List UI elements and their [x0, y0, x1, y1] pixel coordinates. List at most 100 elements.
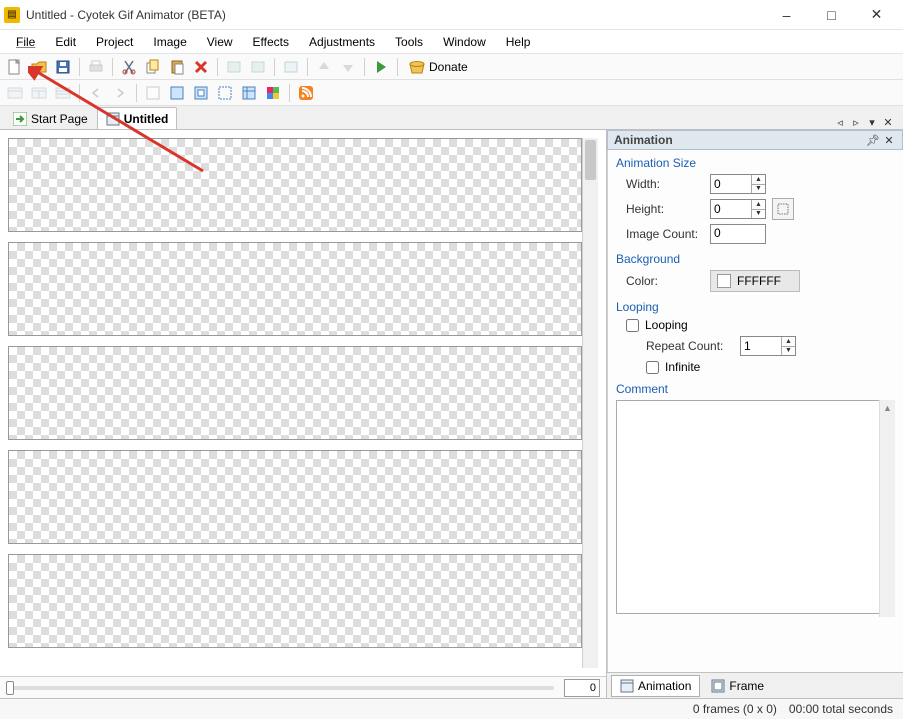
- toolbar-main: Donate: [0, 54, 903, 80]
- move-down-button[interactable]: [337, 56, 359, 78]
- looping-label: Looping: [645, 318, 688, 332]
- panel-tabstrip: Animation Frame: [607, 672, 903, 698]
- tab-start-page[interactable]: Start Page: [4, 107, 97, 129]
- color-hex: FFFFFF: [737, 274, 781, 288]
- toolbar-view: [0, 80, 903, 106]
- panel-tab-label: Animation: [638, 679, 691, 693]
- menu-help[interactable]: Help: [496, 33, 541, 51]
- cut-button[interactable]: [118, 56, 140, 78]
- animation-icon: [620, 679, 634, 693]
- open-button[interactable]: [28, 56, 50, 78]
- new-button[interactable]: [4, 56, 26, 78]
- color-picker-button[interactable]: FFFFFF: [710, 270, 800, 292]
- frame-item[interactable]: [8, 450, 582, 544]
- donate-icon: [409, 60, 425, 74]
- comment-textarea[interactable]: [616, 400, 895, 614]
- tab-next-button[interactable]: ▹: [849, 115, 863, 129]
- repeat-count-input[interactable]: ▲▼: [740, 336, 796, 356]
- statusbar: 0 frames (0 x 0) 00:00 total seconds: [0, 698, 903, 719]
- width-input[interactable]: ▲▼: [710, 174, 766, 194]
- frame-icon: [711, 679, 725, 693]
- color-swatch: [717, 274, 731, 288]
- group-title: Looping: [616, 300, 895, 314]
- tab-prev-button[interactable]: ◃: [833, 115, 847, 129]
- play-button[interactable]: [370, 56, 392, 78]
- menu-view[interactable]: View: [197, 33, 243, 51]
- panel-tab-label: Frame: [729, 679, 764, 693]
- editor-bottombar: [0, 676, 606, 698]
- frame-item[interactable]: [8, 242, 582, 336]
- colors-button[interactable]: [262, 82, 284, 104]
- menu-adjustments[interactable]: Adjustments: [299, 33, 385, 51]
- copy-button[interactable]: [142, 56, 164, 78]
- menu-tools[interactable]: Tools: [385, 33, 433, 51]
- close-button[interactable]: ✕: [854, 0, 899, 30]
- tab-close-button[interactable]: ✕: [881, 115, 895, 129]
- color-label: Color:: [626, 274, 704, 288]
- zoom-input[interactable]: [564, 679, 600, 697]
- main-area: Animation 📌︎ ✕ Animation Size Width: ▲▼ …: [0, 130, 903, 698]
- menu-effects[interactable]: Effects: [243, 33, 299, 51]
- infinite-checkbox[interactable]: [646, 361, 659, 374]
- move-up-button[interactable]: [313, 56, 335, 78]
- group-title: Background: [616, 252, 895, 266]
- properties-panel: Animation 📌︎ ✕ Animation Size Width: ▲▼ …: [607, 130, 903, 698]
- panel-header: Animation 📌︎ ✕: [607, 130, 903, 150]
- layout2-button[interactable]: [28, 82, 50, 104]
- group-looping: Looping Looping Repeat Count: ▲▼ Infinit…: [616, 300, 895, 374]
- marquee-button[interactable]: [214, 82, 236, 104]
- tab-dropdown-button[interactable]: ▾: [865, 115, 879, 129]
- app-icon: ▤: [4, 7, 20, 23]
- window-title: Untitled - Cyotek Gif Animator (BETA): [26, 8, 764, 22]
- redo-button[interactable]: [247, 56, 269, 78]
- frame-props-button[interactable]: [280, 56, 302, 78]
- grid-toggle-button[interactable]: [142, 82, 164, 104]
- rss-button[interactable]: [295, 82, 317, 104]
- document-tabs: Start Page Untitled ◃ ▹ ▾ ✕: [0, 106, 903, 130]
- menu-window[interactable]: Window: [433, 33, 496, 51]
- donate-label: Donate: [429, 60, 468, 74]
- layout1-button[interactable]: [4, 82, 26, 104]
- panel-tab-animation[interactable]: Animation: [611, 675, 700, 697]
- group-comment: Comment ▲: [616, 382, 895, 617]
- delete-button[interactable]: [190, 56, 212, 78]
- minimize-button[interactable]: –: [764, 0, 809, 30]
- group-title: Comment: [616, 382, 895, 396]
- canvas-wrap: [0, 130, 606, 676]
- layers-button[interactable]: [238, 82, 260, 104]
- save-button[interactable]: [52, 56, 74, 78]
- pin-button[interactable]: 📌︎: [866, 133, 880, 147]
- panel-body: Animation Size Width: ▲▼ Height: ▲▼ Imag…: [607, 150, 903, 672]
- donate-button[interactable]: Donate: [403, 56, 474, 78]
- nav-prev-button[interactable]: [85, 82, 107, 104]
- zoom-slider[interactable]: [6, 686, 554, 690]
- menu-image[interactable]: Image: [143, 33, 196, 51]
- looping-checkbox[interactable]: [626, 319, 639, 332]
- menu-edit[interactable]: Edit: [45, 33, 86, 51]
- maximize-button[interactable]: □: [809, 0, 854, 30]
- frames-list: [8, 138, 582, 668]
- select-all-button[interactable]: [166, 82, 188, 104]
- vertical-scrollbar[interactable]: [582, 138, 598, 668]
- select-rect-button[interactable]: [190, 82, 212, 104]
- print-button[interactable]: [85, 56, 107, 78]
- menu-file[interactable]: File: [6, 33, 45, 51]
- nav-next-button[interactable]: [109, 82, 131, 104]
- menu-project[interactable]: Project: [86, 33, 143, 51]
- menubar: File Edit Project Image View Effects Adj…: [0, 30, 903, 54]
- panel-title: Animation: [614, 133, 864, 147]
- frame-item[interactable]: [8, 554, 582, 648]
- paste-button[interactable]: [166, 56, 188, 78]
- status-frames: 0 frames (0 x 0): [693, 702, 777, 716]
- frame-item[interactable]: [8, 138, 582, 232]
- panel-close-button[interactable]: ✕: [882, 133, 896, 147]
- fit-size-button[interactable]: [772, 198, 794, 220]
- panel-tab-frame[interactable]: Frame: [702, 675, 773, 697]
- image-count-value: 0: [710, 224, 766, 244]
- undo-button[interactable]: [223, 56, 245, 78]
- layout3-button[interactable]: [52, 82, 74, 104]
- comment-scrollbar[interactable]: ▲: [879, 400, 895, 617]
- height-input[interactable]: ▲▼: [710, 199, 766, 219]
- frame-item[interactable]: [8, 346, 582, 440]
- tab-untitled[interactable]: Untitled: [97, 107, 178, 129]
